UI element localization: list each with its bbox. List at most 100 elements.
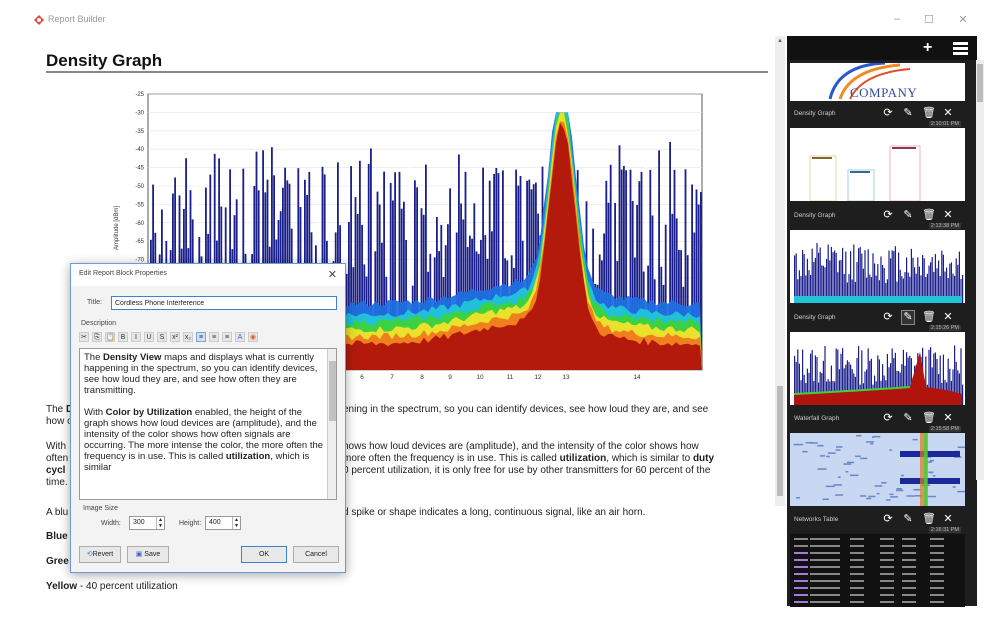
sidebar-block-card[interactable]: Waterfall Graph ⟳ ✎ 🗑 ✕ 2:15:58 PM <box>790 410 965 506</box>
thumbnail-mark <box>793 443 804 446</box>
add-block-button[interactable]: + <box>923 39 932 57</box>
edit-pencil-icon[interactable]: ✎ <box>902 209 914 222</box>
maximize-button[interactable]: ☐ <box>922 13 936 26</box>
sidebar-block-card[interactable]: Density Graph ⟳ ✎ 🗑 ✕ 2:13:38 PM <box>790 207 965 303</box>
description-scrollbar[interactable] <box>327 349 336 499</box>
hamburger-menu-icon[interactable] <box>953 42 968 55</box>
refresh-icon[interactable]: ⟳ <box>882 513 894 526</box>
thumbnail-mark <box>811 248 813 303</box>
thumbnail-mark <box>889 145 921 201</box>
sidebar-scroll-thumb[interactable] <box>977 64 983 102</box>
revert-button[interactable]: ⟲Revert <box>79 546 121 563</box>
align-left-button[interactable]: ≡ <box>196 332 206 342</box>
scroll-thumb[interactable] <box>329 361 336 421</box>
close-icon[interactable]: ✕ <box>942 107 954 120</box>
trash-icon[interactable]: 🗑 <box>922 513 936 526</box>
thumbnail-mark <box>827 452 836 454</box>
thumbnail-mark <box>790 534 965 607</box>
block-thumbnail[interactable] <box>790 534 965 607</box>
close-icon[interactable]: ✕ <box>942 311 954 324</box>
thumbnail-mark <box>810 587 840 589</box>
refresh-icon[interactable]: ⟳ <box>882 209 894 222</box>
edit-pencil-icon[interactable]: ✎ <box>902 107 914 120</box>
report-scrollbar[interactable]: ▲ <box>775 36 785 506</box>
title-input[interactable] <box>111 296 337 310</box>
save-button[interactable]: ▣ Save <box>127 546 169 563</box>
block-thumbnail[interactable] <box>790 230 965 303</box>
align-right-button[interactable]: ≡ <box>222 332 232 342</box>
thumbnail-mark <box>850 587 864 589</box>
copy-icon[interactable]: ⎘ <box>92 332 102 342</box>
text-run: With <box>84 407 106 418</box>
edit-block-dialog: Edit Report Block Properties ✕ Title: De… <box>70 263 346 573</box>
refresh-icon[interactable]: ⟳ <box>882 412 894 425</box>
thumbnail-mark <box>876 492 880 495</box>
close-icon[interactable]: ✕ <box>942 209 954 222</box>
thumbnail-mark <box>880 573 894 575</box>
description-editor[interactable]: The Density View maps and displays what … <box>79 348 337 500</box>
underline-button[interactable]: U <box>144 332 154 342</box>
refresh-icon[interactable]: ⟳ <box>882 311 894 324</box>
thumbnail-mark <box>810 580 840 582</box>
block-thumbnail[interactable] <box>790 332 965 405</box>
trash-icon[interactable]: 🗑 <box>922 412 936 425</box>
cut-icon[interactable]: ✂ <box>79 332 89 342</box>
sidebar-scrollbar[interactable] <box>976 60 984 480</box>
company-logo-block[interactable]: COMPANY <box>790 63 965 101</box>
edit-pencil-icon[interactable]: ✎ <box>902 412 914 425</box>
thumbnail-mark <box>900 478 960 484</box>
thumbnail-mark <box>867 249 869 303</box>
italic-button[interactable]: I <box>131 332 141 342</box>
thumbnail-mark <box>836 446 843 448</box>
bold-button[interactable]: B <box>118 332 128 342</box>
font-color-button[interactable]: A <box>235 332 245 342</box>
sidebar-block-card[interactable]: Networks Table ⟳ ✎ 🗑 ✕ 2:16:31 PM <box>790 511 965 607</box>
block-thumbnail[interactable] <box>790 433 965 506</box>
superscript-button[interactable]: x² <box>170 332 180 342</box>
stepper-arrows-icon[interactable]: ▲ ▼ <box>156 517 164 529</box>
width-stepper[interactable]: 300 ▲ ▼ <box>129 516 165 530</box>
thumbnail-mark <box>929 459 934 462</box>
text-run: 0 percent utilization, it is only free f… <box>343 465 711 476</box>
stepper-arrows-icon[interactable]: ▲ ▼ <box>232 517 240 529</box>
x-tick-label: 9 <box>448 374 452 381</box>
edit-pencil-icon[interactable]: ✎ <box>901 310 915 325</box>
thumbnail-mark <box>794 580 808 582</box>
ok-button[interactable]: OK <box>241 546 287 563</box>
subscript-button[interactable]: x₂ <box>183 332 193 342</box>
close-icon[interactable]: ✕ <box>942 412 954 425</box>
align-center-button[interactable]: ≡ <box>209 332 219 342</box>
close-window-button[interactable]: ✕ <box>956 13 970 26</box>
thumbnail-mark <box>902 538 916 540</box>
trash-icon[interactable]: 🗑 <box>922 209 936 222</box>
thumbnail-mark <box>871 436 875 438</box>
trash-icon[interactable]: 🗑 <box>922 107 936 120</box>
thumbnail-mark <box>912 438 918 441</box>
sidebar-block-card[interactable]: Density Graph ⟳ ✎ 🗑 ✕ 2:15:26 PM <box>790 309 965 405</box>
thumbnail-mark <box>930 573 944 575</box>
x-tick-label: 11 <box>507 374 514 381</box>
report-scroll-thumb[interactable] <box>777 386 783 496</box>
height-stepper[interactable]: 400 ▲ ▼ <box>205 516 241 530</box>
sidebar-block-card[interactable]: Density Graph ⟳ ✎ 🗑 ✕ 2:10:01 PM <box>790 105 965 201</box>
trash-icon[interactable]: 🗑 <box>922 311 936 324</box>
refresh-icon[interactable]: ⟳ <box>882 107 894 120</box>
close-icon[interactable]: ✕ <box>942 513 954 526</box>
block-card-title: Networks Table <box>794 516 839 523</box>
color-picker-icon[interactable]: ◉ <box>248 332 258 342</box>
thumbnail-mark <box>896 489 904 492</box>
x-tick-label: 13 <box>562 374 570 381</box>
minimize-button[interactable]: – <box>890 13 904 25</box>
scroll-up-icon[interactable]: ▲ <box>775 38 785 44</box>
paste-icon[interactable]: 📋 <box>105 332 115 342</box>
width-label: Width: <box>101 520 121 527</box>
text-run: , which is similar to <box>606 453 693 464</box>
thumbnail-mark <box>913 488 921 491</box>
strikethrough-button[interactable]: S <box>157 332 167 342</box>
block-thumbnail[interactable] <box>790 128 965 201</box>
text-run: more often the frequency is in use. This… <box>343 453 560 464</box>
thumbnail-mark <box>880 552 894 554</box>
edit-pencil-icon[interactable]: ✎ <box>902 513 914 526</box>
dialog-close-icon[interactable]: ✕ <box>328 268 337 281</box>
cancel-button[interactable]: Cancel <box>293 546 339 563</box>
